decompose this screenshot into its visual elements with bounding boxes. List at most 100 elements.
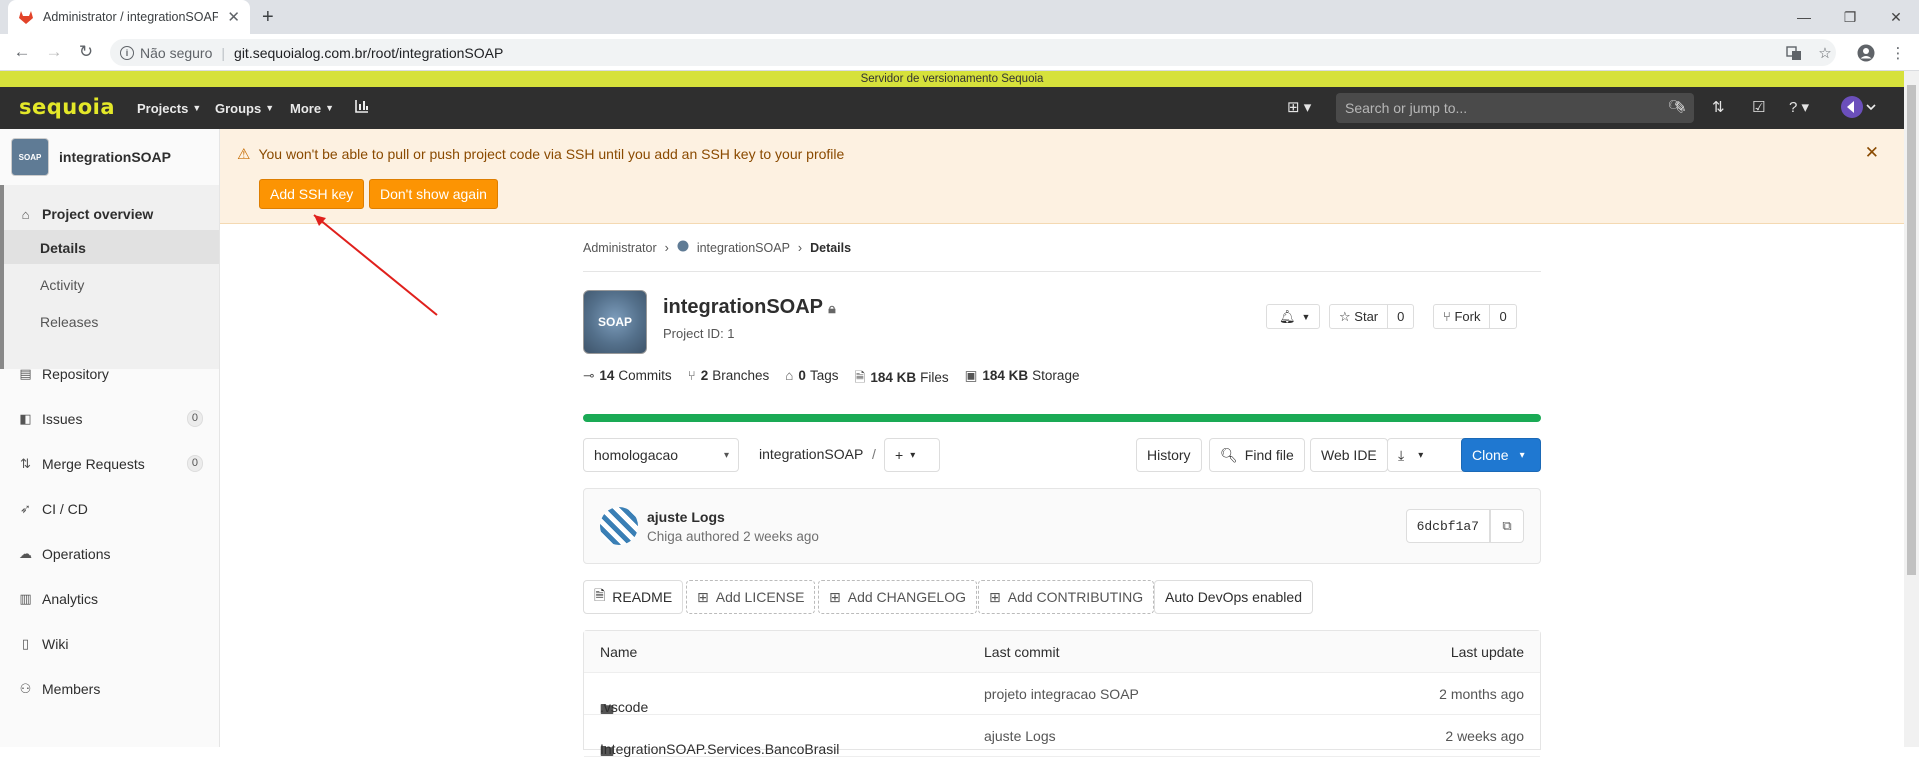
window-close-icon[interactable]: ✕ — [1873, 0, 1919, 34]
plus-icon: + — [895, 447, 904, 463]
file-last-commit[interactable]: projeto integracao SOAP — [984, 686, 1139, 702]
todos-icon[interactable]: ☑ — [1752, 98, 1765, 116]
forward-icon[interactable]: → — [44, 42, 64, 62]
header-last-update: Last update — [1450, 644, 1524, 660]
star-count[interactable]: 0 — [1387, 305, 1413, 328]
file-last-commit[interactable]: ajuste Logs — [984, 728, 1056, 744]
breadcrumb-current[interactable]: Details — [810, 241, 851, 255]
breadcrumb-root[interactable]: Administrator — [583, 241, 657, 255]
add-contributing-button[interactable]: ⊞ Add CONTRIBUTING — [978, 580, 1155, 614]
back-icon[interactable]: ← — [12, 42, 32, 62]
fork-button[interactable]: ⑂ Fork 0 — [1433, 304, 1517, 329]
sidebar-item-repository[interactable]: ▤ Repository — [18, 362, 203, 386]
branch-icon: ⑂ — [687, 368, 696, 383]
merge-request-icon: ⇅ — [20, 456, 31, 471]
star-button[interactable]: ☆ Star 0 — [1329, 304, 1415, 329]
restore-icon[interactable]: ❐ — [1827, 0, 1873, 34]
browser-toolbar: ← → ↻ i Não seguro | git.sequoialog.com.… — [0, 34, 1919, 71]
sidebar-project-header[interactable]: SOAP integrationSOAP — [0, 129, 219, 185]
translate-icon[interactable] — [1784, 43, 1804, 63]
warning-icon: ⚠ — [237, 146, 251, 163]
book-icon: ▤ — [19, 366, 32, 381]
new-item-icon[interactable]: ⊞ ▾ — [1287, 98, 1311, 116]
new-tab-icon[interactable]: + — [262, 6, 274, 29]
sidebar-item-operations[interactable]: ☁ Operations — [18, 542, 203, 566]
find-file-label: Find file — [1244, 447, 1294, 463]
chevron-right-icon: › — [664, 240, 669, 255]
users-icon: ⚇ — [19, 681, 32, 696]
minimize-icon[interactable]: — — [1781, 0, 1827, 34]
readme-button[interactable]: 🗎︎ README — [583, 580, 684, 614]
copy-sha-icon[interactable]: ⧉ — [1490, 509, 1524, 543]
notification-dropdown[interactable]: 🔔︎ ▼ — [1266, 304, 1320, 329]
search-icon: 🔍︎ — [1220, 446, 1238, 463]
more-menu[interactable]: More ▼ — [290, 87, 334, 129]
project-stats: ⊸ 14 Commits ⑂ 2 Branches ⌂ 0 Tags 🗎︎ 184 KB Fil… — [583, 368, 1079, 391]
page-scrollbar[interactable] — [1904, 71, 1919, 747]
projects-menu[interactable]: Projects ▼ — [137, 87, 201, 129]
groups-menu[interactable]: Groups ▼ — [215, 87, 274, 129]
reload-icon[interactable]: ↻ — [76, 42, 96, 62]
scrollbar-thumb[interactable] — [1907, 85, 1916, 575]
sidebar-item-issues[interactable]: ◧ Issues 0 — [18, 407, 203, 431]
commit-author-avatar[interactable] — [600, 507, 638, 545]
storage-stat[interactable]: ▣ 184 KB Storage — [965, 368, 1080, 391]
repo-path[interactable]: integrationSOAP — [759, 446, 863, 462]
web-ide-button[interactable]: Web IDE — [1310, 438, 1388, 472]
sidebar-item-label: Members — [42, 681, 101, 697]
sidebar-subitem-details[interactable]: Details — [40, 240, 86, 256]
fork-count[interactable]: 0 — [1489, 305, 1515, 328]
commits-stat[interactable]: ⊸ 14 Commits — [583, 368, 672, 391]
sidebar-item-members[interactable]: ⚇ Members — [18, 677, 203, 701]
branches-stat[interactable]: ⑂ 2 Branches — [688, 368, 770, 391]
info-icon[interactable]: i — [120, 45, 134, 60]
browser-menu-icon[interactable]: ⋮ — [1888, 43, 1908, 63]
tag-icon: ⌂ — [785, 368, 794, 383]
cloud-gear-icon: ☁ — [19, 546, 32, 561]
add-license-button[interactable]: ⊞ Add LICENSE — [686, 580, 816, 614]
search-input[interactable]: Search or jump to... 🔍︎ — [1336, 93, 1694, 123]
clone-dropdown[interactable]: Clone ▾ — [1461, 438, 1541, 472]
auto-devops-button[interactable]: Auto DevOps enabled — [1154, 580, 1313, 614]
alert-close-icon[interactable]: ✕ — [1865, 143, 1879, 163]
branch-select[interactable]: homologacao ▾ — [583, 438, 739, 472]
tags-stat[interactable]: ⌂ 0 Tags — [785, 368, 838, 391]
sidebar-subitem-releases[interactable]: Releases — [40, 314, 98, 330]
add-to-tree-dropdown[interactable]: + ▾ — [884, 438, 940, 472]
table-row[interactable]: 🖿︎ IntegrationSOAP.Services.BancoBrasil a… — [584, 715, 1540, 759]
todo-issues-icon[interactable]: ✎ — [1674, 98, 1687, 116]
breadcrumb-project[interactable]: integrationSOAP — [697, 241, 790, 255]
add-changelog-button[interactable]: ⊞ Add CHANGELOG — [818, 580, 977, 614]
history-button[interactable]: History — [1136, 438, 1202, 472]
merge-requests-icon[interactable]: ⇅ — [1712, 98, 1725, 116]
download-dropdown[interactable]: ⤓ ▾ — [1387, 438, 1472, 472]
user-avatar-icon[interactable] — [1840, 95, 1878, 123]
find-file-button[interactable]: 🔍︎ Find file — [1209, 438, 1305, 472]
profile-icon[interactable] — [1856, 43, 1876, 63]
url-text: git.sequoialog.com.br/root/integrationSO… — [234, 44, 504, 61]
chevron-down-icon: ▼ — [325, 103, 334, 113]
sidebar-item-analytics[interactable]: ▥ Analytics — [18, 587, 203, 611]
sidebar-item-wiki[interactable]: ▯ Wiki — [18, 632, 203, 656]
sequoia-logo[interactable]: sequoia — [19, 95, 115, 119]
bookmark-star-icon[interactable]: ☆ — [1815, 43, 1835, 63]
chevron-right-icon: › — [797, 240, 803, 255]
address-bar[interactable]: i Não seguro | git.sequoialog.com.br/roo… — [110, 39, 1836, 66]
commit-title[interactable]: ajuste Logs — [647, 509, 725, 525]
table-row[interactable]: 🖿︎ .vscode projeto integracao SOAP 2 mont… — [584, 673, 1540, 717]
sidebar-item-merge-requests[interactable]: ⇅ Merge Requests 0 — [18, 452, 203, 476]
commit-sha[interactable]: 6dcbf1a7 — [1405, 509, 1490, 543]
fork-button-main: ⑂ Fork — [1434, 309, 1489, 324]
issues-icon: ◧ — [19, 411, 32, 426]
tab-close-icon[interactable]: ✕ — [227, 8, 240, 26]
sidebar-item-ci-cd[interactable]: ➶ CI / CD — [18, 497, 203, 521]
path-separator: / — [872, 446, 876, 462]
files-stat[interactable]: 🗎︎ 184 KB Files — [854, 368, 948, 391]
bell-icon: 🔔︎ — [1279, 308, 1296, 324]
sidebar-item-project-overview[interactable]: ⌂ Project overview — [18, 202, 203, 226]
help-icon[interactable]: ? ▾ — [1789, 98, 1809, 116]
browser-tab[interactable]: Administrator / integrationSOAP ✕ — [8, 0, 250, 34]
activity-chart-icon[interactable] — [354, 98, 370, 118]
branch-select-value: homologacao — [594, 447, 679, 463]
sidebar-subitem-activity[interactable]: Activity — [40, 277, 84, 293]
